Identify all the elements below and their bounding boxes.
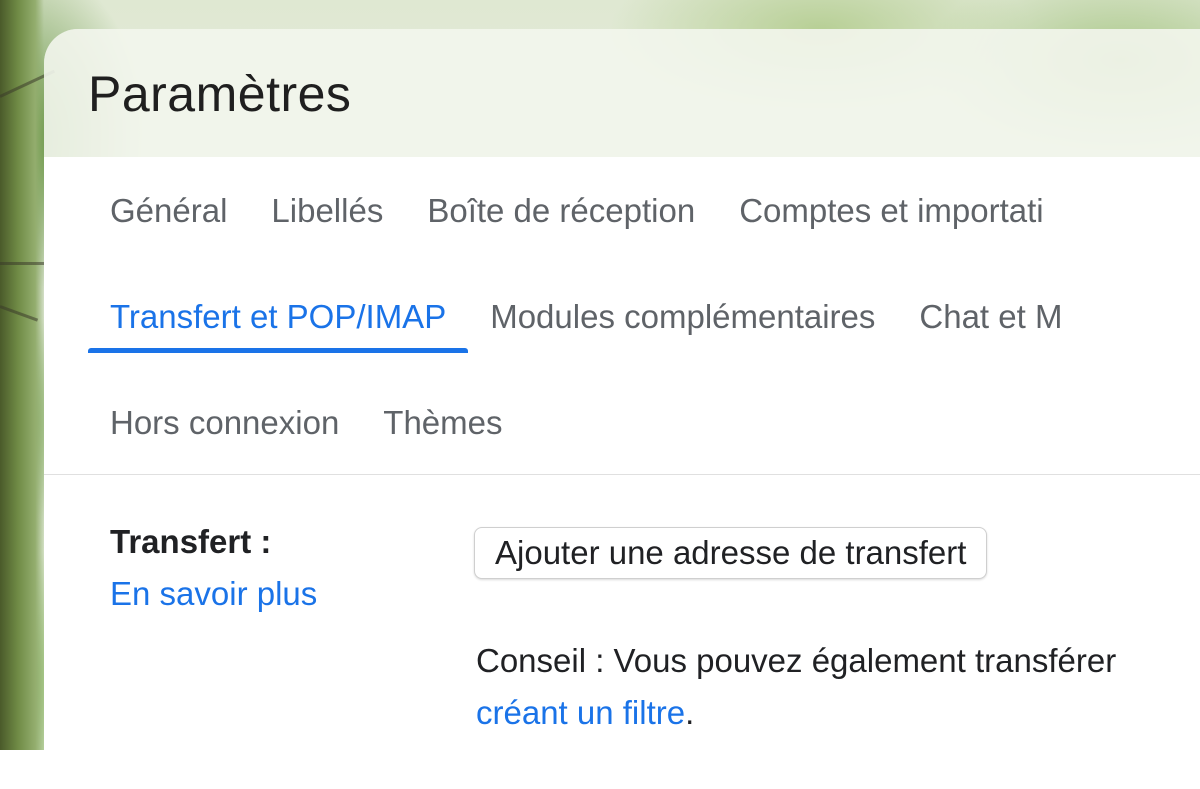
- settings-panel: Paramètres Général Libellés Boîte de réc…: [44, 29, 1200, 789]
- tip-text: Conseil : Vous pouvez également transfér…: [476, 642, 1117, 679]
- page-title: Paramètres: [88, 66, 352, 122]
- branch: [0, 262, 46, 265]
- tab-themes[interactable]: Thèmes: [361, 387, 524, 459]
- panel-header: Paramètres: [44, 29, 1200, 157]
- tab-inbox[interactable]: Boîte de réception: [405, 175, 717, 247]
- create-filter-link[interactable]: créant un filtre: [476, 694, 685, 731]
- forwarding-label: Transfert :: [110, 523, 272, 560]
- settings-tabs: Général Libellés Boîte de réception Comp…: [44, 157, 1200, 475]
- learn-more-link[interactable]: En savoir plus: [110, 575, 317, 613]
- tab-forwarding-pop-imap[interactable]: Transfert et POP/IMAP: [88, 281, 469, 353]
- add-forwarding-address-button[interactable]: Ajouter une adresse de transfert: [474, 527, 988, 579]
- tab-offline[interactable]: Hors connexion: [88, 387, 361, 459]
- forwarding-section: Transfert : En savoir plus Ajouter une a…: [44, 475, 1200, 789]
- tab-chat-meet[interactable]: Chat et M: [897, 281, 1084, 353]
- forwarding-tip: Conseil : Vous pouvez également transfér…: [476, 635, 1116, 739]
- tree-trunk: [0, 0, 44, 750]
- tab-accounts-import[interactable]: Comptes et importati: [717, 175, 1065, 247]
- tab-row-3: Hors connexion Thèmes: [88, 387, 525, 459]
- settings-content: Général Libellés Boîte de réception Comp…: [44, 157, 1200, 789]
- tip-period: .: [685, 694, 695, 731]
- tab-row-1: Général Libellés Boîte de réception Comp…: [88, 175, 1066, 247]
- tab-row-2: Transfert et POP/IMAP Modules complément…: [88, 281, 1084, 353]
- tab-addons[interactable]: Modules complémentaires: [468, 281, 897, 353]
- tip-line-2: créant un filtre.: [476, 687, 1116, 739]
- tab-labels[interactable]: Libellés: [249, 175, 405, 247]
- tab-general[interactable]: Général: [88, 175, 249, 247]
